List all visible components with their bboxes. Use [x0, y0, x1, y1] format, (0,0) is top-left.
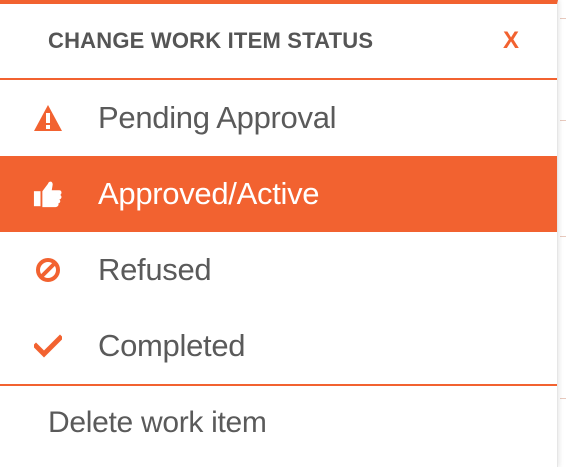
- status-option-label: Refused: [98, 252, 212, 287]
- close-button[interactable]: X: [503, 29, 519, 53]
- status-option-completed[interactable]: Completed: [0, 308, 557, 384]
- thumbs-up-icon: [33, 179, 63, 209]
- status-options-list: Pending Approval Approved/Active Refused: [0, 80, 557, 384]
- prohibited-icon: [33, 255, 63, 285]
- warning-icon: [33, 103, 63, 133]
- status-option-label: Pending Approval: [98, 100, 337, 135]
- status-option-approved-active[interactable]: Approved/Active: [0, 156, 557, 232]
- status-option-label: Completed: [98, 328, 246, 363]
- status-option-pending-approval[interactable]: Pending Approval: [0, 80, 557, 156]
- delete-label: Delete work item: [48, 406, 267, 439]
- change-status-popup: CHANGE WORK ITEM STATUS X Pending Approv…: [0, 0, 558, 467]
- checkmark-icon: [33, 331, 63, 361]
- status-option-refused[interactable]: Refused: [0, 232, 557, 308]
- delete-work-item-button[interactable]: Delete work item: [0, 386, 557, 460]
- status-option-label: Approved/Active: [98, 176, 320, 211]
- popup-title: CHANGE WORK ITEM STATUS: [48, 28, 374, 53]
- popup-header: CHANGE WORK ITEM STATUS X: [0, 4, 557, 80]
